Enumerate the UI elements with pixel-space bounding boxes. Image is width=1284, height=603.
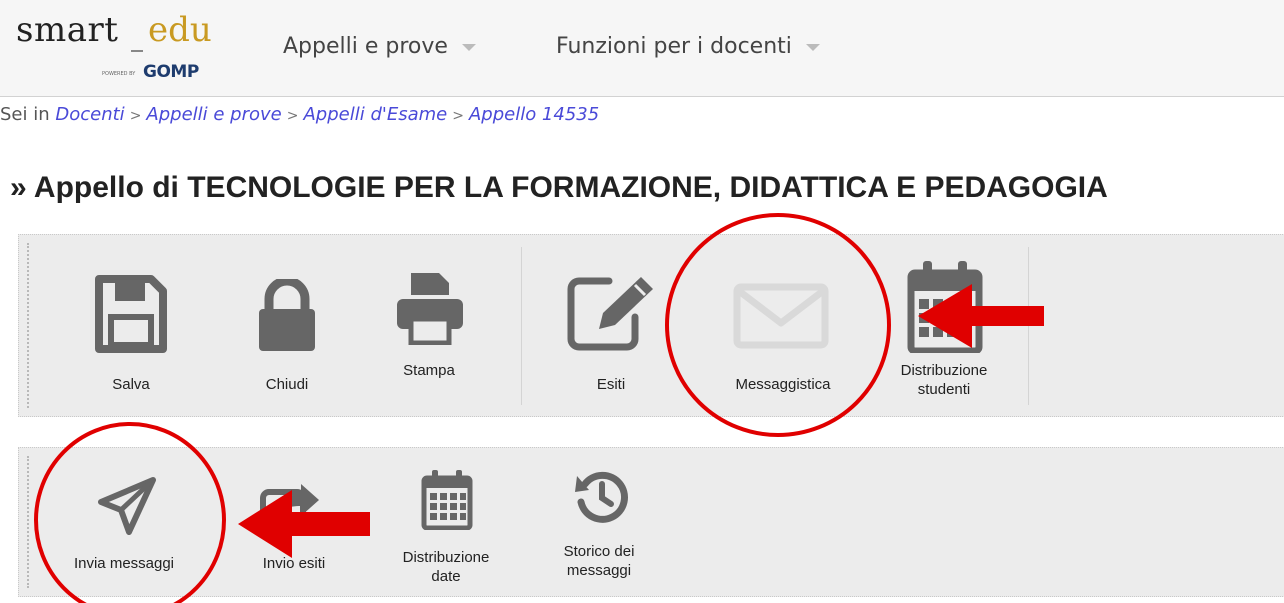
printer-icon <box>397 273 463 345</box>
envelope-icon <box>733 283 829 349</box>
storico-messaggi-label-line2: messaggi <box>566 562 632 579</box>
toolbar-divider <box>521 247 522 405</box>
breadcrumb-docenti[interactable]: Docenti <box>55 104 124 125</box>
stampa-button[interactable]: Stampa <box>369 243 489 403</box>
stampa-label: Stampa <box>403 362 455 379</box>
salva-button[interactable]: Salva <box>71 243 191 403</box>
toolbar-divider <box>1028 247 1029 405</box>
nav-appelli-label: Appelli e prove <box>283 34 448 59</box>
invia-messaggi-label: Invia messaggi <box>73 555 175 572</box>
esiti-label: Esiti <box>596 376 626 393</box>
breadcrumb-separator: > <box>129 108 142 124</box>
top-header: smart edu POWERED BY GOMP Appelli e prov… <box>0 0 1284 97</box>
nav-funzioni-docenti[interactable]: Funzioni per i docenti <box>556 34 820 59</box>
esiti-button[interactable]: Esiti <box>551 243 671 403</box>
breadcrumb-separator: > <box>452 108 464 124</box>
distribuzione-studenti-label-line1: Distribuzione <box>900 362 988 379</box>
distribuzione-date-label-line2: date <box>431 568 461 585</box>
chiudi-label: Chiudi <box>265 376 309 393</box>
invia-messaggi-button[interactable]: Invia messaggi <box>59 456 189 588</box>
calendar-icon <box>907 261 983 353</box>
breadcrumb-separator: > <box>286 108 299 124</box>
lock-icon <box>259 279 315 351</box>
logo-edu-text: edu <box>148 10 212 50</box>
salva-label: Salva <box>112 376 150 393</box>
breadcrumb: Sei in Docenti > Appelli e prove > Appelli d… <box>0 104 599 125</box>
nav-appelli-e-prove[interactable]: Appelli e prove <box>283 34 476 59</box>
invio-esiti-label: Invio esiti <box>262 555 326 572</box>
logo-smart-text: smart <box>16 10 119 50</box>
invio-esiti-button[interactable]: Invio esiti <box>239 456 349 588</box>
breadcrumb-prefix: Sei in <box>0 104 50 125</box>
logo-powered-by: POWERED BY <box>102 71 136 77</box>
distribuzione-date-button[interactable]: Distribuzione date <box>381 456 511 588</box>
storico-messaggi-button[interactable]: Storico dei messaggi <box>539 456 659 588</box>
smart-edu-logo[interactable]: smart edu POWERED BY GOMP <box>16 10 226 82</box>
edit-icon <box>567 277 653 351</box>
logo-underscore <box>131 50 143 52</box>
logo-gomp-text: GOMP <box>143 62 199 82</box>
toolbar-messages: Invia messaggi Invio esiti Distribuzione… <box>18 447 1284 597</box>
history-icon <box>575 471 628 523</box>
floppy-disk-icon <box>95 275 167 353</box>
messaggistica-label: Messaggistica <box>735 376 831 393</box>
share-icon <box>260 484 319 535</box>
calendar-icon <box>421 470 473 530</box>
page-title: » Appello di TECNOLOGIE PER LA FORMAZION… <box>10 171 1108 204</box>
storico-messaggi-label-line1: Storico dei <box>563 543 635 560</box>
breadcrumb-appelli-e-prove[interactable]: Appelli e prove <box>146 104 281 125</box>
toolbar-grip[interactable] <box>27 243 29 408</box>
distribuzione-studenti-label-line2: studenti <box>917 381 971 398</box>
breadcrumb-appelli-esame[interactable]: Appelli d'Esame <box>303 104 447 125</box>
messaggistica-button[interactable]: Messaggistica <box>713 243 853 403</box>
paper-plane-icon <box>98 477 156 535</box>
nav-funzioni-label: Funzioni per i docenti <box>556 34 792 59</box>
toolbar-main: Salva Chiudi Stampa Esiti Messaggistica … <box>18 234 1284 417</box>
chevron-down-icon <box>461 43 476 51</box>
chiudi-button[interactable]: Chiudi <box>227 243 347 403</box>
chevron-down-icon <box>805 43 820 51</box>
toolbar-grip[interactable] <box>27 456 29 588</box>
distribuzione-studenti-button[interactable]: Distribuzione studenti <box>879 243 1009 413</box>
breadcrumb-appello[interactable]: Appello 14535 <box>469 104 599 125</box>
distribuzione-date-label-line1: Distribuzione <box>402 549 490 566</box>
